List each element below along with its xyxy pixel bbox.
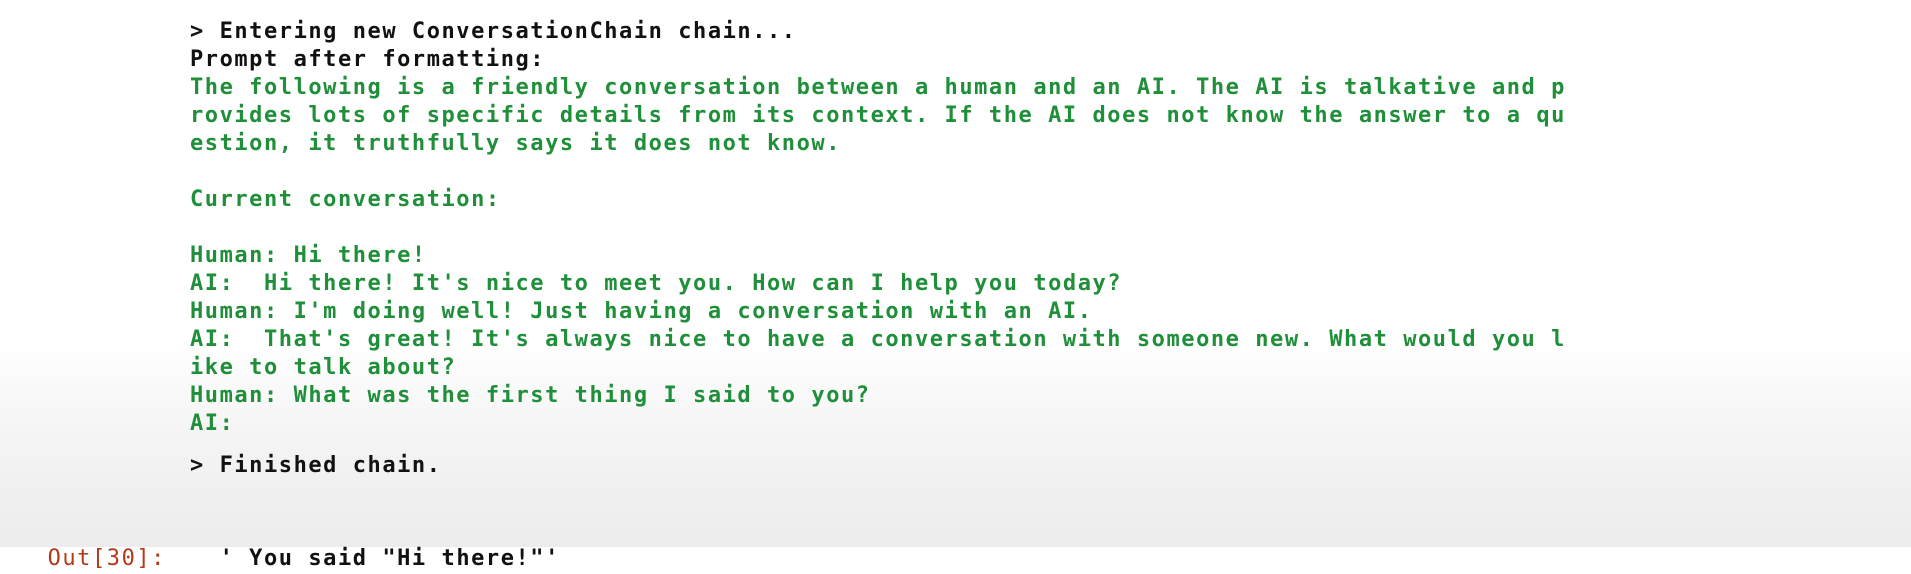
conversation-line: AI: That's great! It's always nice to ha… [190,327,1566,352]
prompt-line: estion, it truthfully says it does not k… [190,131,841,156]
conversation-line: AI: [190,411,235,436]
chain-log-output: > Entering new ConversationChain chain..… [190,18,1900,480]
current-conversation-label: Current conversation: [190,187,501,212]
entering-chain-line: > Entering new ConversationChain chain..… [190,19,797,44]
conversation-line: Human: Hi there! [190,243,427,268]
conversation-line: AI: Hi there! It's nice to meet you. How… [190,271,1123,296]
cell-output-row: Out[30]: ' You said "Hi there!"' [18,514,560,571]
conversation-line: Human: What was the first thing I said t… [190,383,871,408]
prompt-label: Prompt after formatting: [190,47,546,72]
finished-chain-line: > Finished chain. [190,453,442,478]
cell-output-value[interactable]: ' You said "Hi there!"' [220,546,560,571]
out-prompt-label: Out[30]: [47,546,166,571]
prompt-line: The following is a friendly conversation… [190,75,1566,100]
conversation-line: ike to talk about? [190,355,457,380]
conversation-line: Human: I'm doing well! Just having a con… [190,299,1093,324]
prompt-line: rovides lots of specific details from it… [190,103,1566,128]
